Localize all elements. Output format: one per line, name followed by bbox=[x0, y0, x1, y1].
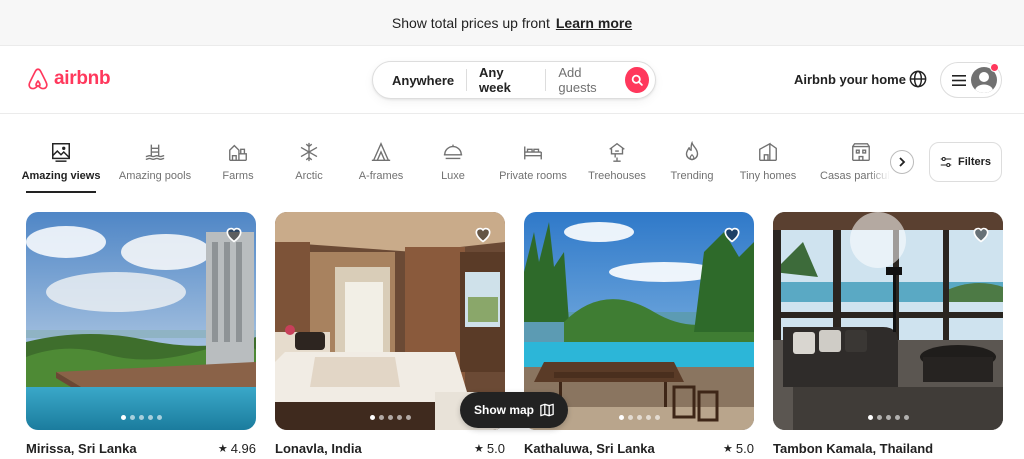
star-icon: ★ bbox=[723, 443, 733, 455]
category-label: Amazing pools bbox=[118, 170, 192, 182]
airbnb-logo-icon bbox=[28, 68, 48, 90]
casa-icon bbox=[852, 143, 870, 161]
chevron-right-icon bbox=[899, 157, 906, 167]
listing-location: Tambon Kamala, Thailand bbox=[773, 441, 934, 456]
category-trending[interactable]: Trending bbox=[670, 137, 714, 193]
tiny-home-icon bbox=[759, 142, 777, 161]
category-label: A-frames bbox=[358, 170, 404, 182]
carousel-dots bbox=[773, 415, 1003, 420]
category-label: Arctic bbox=[295, 170, 323, 182]
category-label: Luxe bbox=[441, 170, 465, 182]
listing-photo[interactable] bbox=[773, 212, 1003, 430]
bed-icon bbox=[524, 146, 542, 160]
listing-location: Kathaluwa, Sri Lanka bbox=[524, 441, 655, 456]
listing-rating: ★ 4.96 bbox=[218, 441, 256, 456]
category-label: Amazing views bbox=[21, 170, 101, 182]
listing-photo[interactable] bbox=[26, 212, 256, 430]
listing-location: Mirissa, Sri Lanka bbox=[26, 441, 137, 456]
category-a-frames[interactable]: A-frames bbox=[358, 137, 404, 193]
user-menu-button[interactable] bbox=[940, 62, 1002, 98]
star-icon: ★ bbox=[474, 443, 484, 455]
sliders-icon bbox=[940, 156, 952, 168]
listing-rating: ★ 5.0 bbox=[723, 441, 754, 456]
heart-icon[interactable] bbox=[971, 224, 991, 244]
category-label: Tiny homes bbox=[739, 170, 797, 182]
category-bar: Amazing views Amazing pools Farms Arctic… bbox=[0, 137, 1024, 197]
listing-photo-image bbox=[26, 212, 256, 430]
show-map-label: Show map bbox=[473, 403, 534, 417]
category-private-rooms[interactable]: Private rooms bbox=[499, 137, 567, 193]
category-label: Trending bbox=[670, 170, 714, 182]
search-bar[interactable]: Anywhere Any week Add guests bbox=[372, 61, 656, 99]
treehouse-icon bbox=[609, 142, 625, 162]
hamburger-icon bbox=[952, 74, 966, 86]
listing-card[interactable]: Mirissa, Sri Lanka ★ 4.96 bbox=[26, 212, 256, 456]
heart-icon[interactable] bbox=[473, 224, 493, 244]
heart-icon[interactable] bbox=[224, 224, 244, 244]
airbnb-logo[interactable]: airbnb bbox=[26, 66, 111, 92]
category-amazing-views[interactable]: Amazing views bbox=[22, 137, 100, 193]
category-arctic[interactable]: Arctic bbox=[291, 137, 327, 193]
map-icon bbox=[540, 403, 554, 417]
luxe-icon bbox=[443, 144, 463, 160]
listing-rating-value: 5.0 bbox=[735, 441, 754, 456]
amazing-views-icon bbox=[52, 143, 70, 162]
category-casas-particulares[interactable]: Casas particul bbox=[820, 137, 890, 193]
category-farms[interactable]: Farms bbox=[218, 137, 258, 193]
category-treehouses[interactable]: Treehouses bbox=[588, 137, 646, 193]
price-banner: Show total prices up front Learn more bbox=[0, 0, 1024, 46]
search-who[interactable]: Add guests bbox=[546, 65, 625, 95]
search-icon bbox=[631, 74, 643, 86]
header: airbnb Anywhere Any week Add guests Airb… bbox=[0, 46, 1024, 114]
listing-location: Lonavla, India bbox=[275, 441, 362, 456]
category-amazing-pools[interactable]: Amazing pools bbox=[118, 137, 192, 193]
category-label: Treehouses bbox=[588, 170, 646, 182]
category-tiny-homes[interactable]: Tiny homes bbox=[739, 137, 797, 193]
listing-photo-image bbox=[773, 212, 1003, 430]
banner-message: Show total prices up front bbox=[391, 14, 550, 31]
category-label: Casas particul bbox=[820, 170, 890, 182]
heart-icon[interactable] bbox=[722, 224, 742, 244]
airbnb-your-home-link[interactable]: Airbnb your home bbox=[794, 72, 906, 87]
search-when[interactable]: Any week bbox=[467, 65, 545, 95]
snowflake-icon bbox=[300, 142, 318, 162]
carousel-dots bbox=[26, 415, 256, 420]
logo-wordmark: airbnb bbox=[54, 68, 111, 89]
notification-dot bbox=[990, 63, 999, 72]
search-button[interactable] bbox=[625, 67, 649, 93]
listing-rating-value: 4.96 bbox=[230, 441, 256, 456]
a-frame-icon bbox=[371, 142, 391, 161]
category-next-button[interactable] bbox=[890, 150, 914, 174]
globe-icon[interactable] bbox=[909, 70, 927, 88]
pool-icon bbox=[145, 144, 165, 161]
category-luxe[interactable]: Luxe bbox=[440, 137, 466, 193]
listing-rating: ★ 5.0 bbox=[474, 441, 505, 456]
listing-card[interactable]: Tambon Kamala, Thailand bbox=[773, 212, 1003, 456]
star-icon: ★ bbox=[217, 443, 228, 455]
learn-more-link[interactable]: Learn more bbox=[556, 15, 632, 31]
show-map-button[interactable]: Show map bbox=[460, 392, 568, 428]
filters-button[interactable]: Filters bbox=[929, 142, 1002, 182]
filters-label: Filters bbox=[957, 156, 991, 168]
flame-icon bbox=[685, 141, 699, 161]
search-where[interactable]: Anywhere bbox=[373, 70, 466, 90]
listing-rating-value: 5.0 bbox=[486, 441, 505, 456]
category-label: Private rooms bbox=[499, 170, 567, 182]
category-label: Farms bbox=[222, 170, 254, 182]
farm-icon bbox=[229, 144, 247, 161]
